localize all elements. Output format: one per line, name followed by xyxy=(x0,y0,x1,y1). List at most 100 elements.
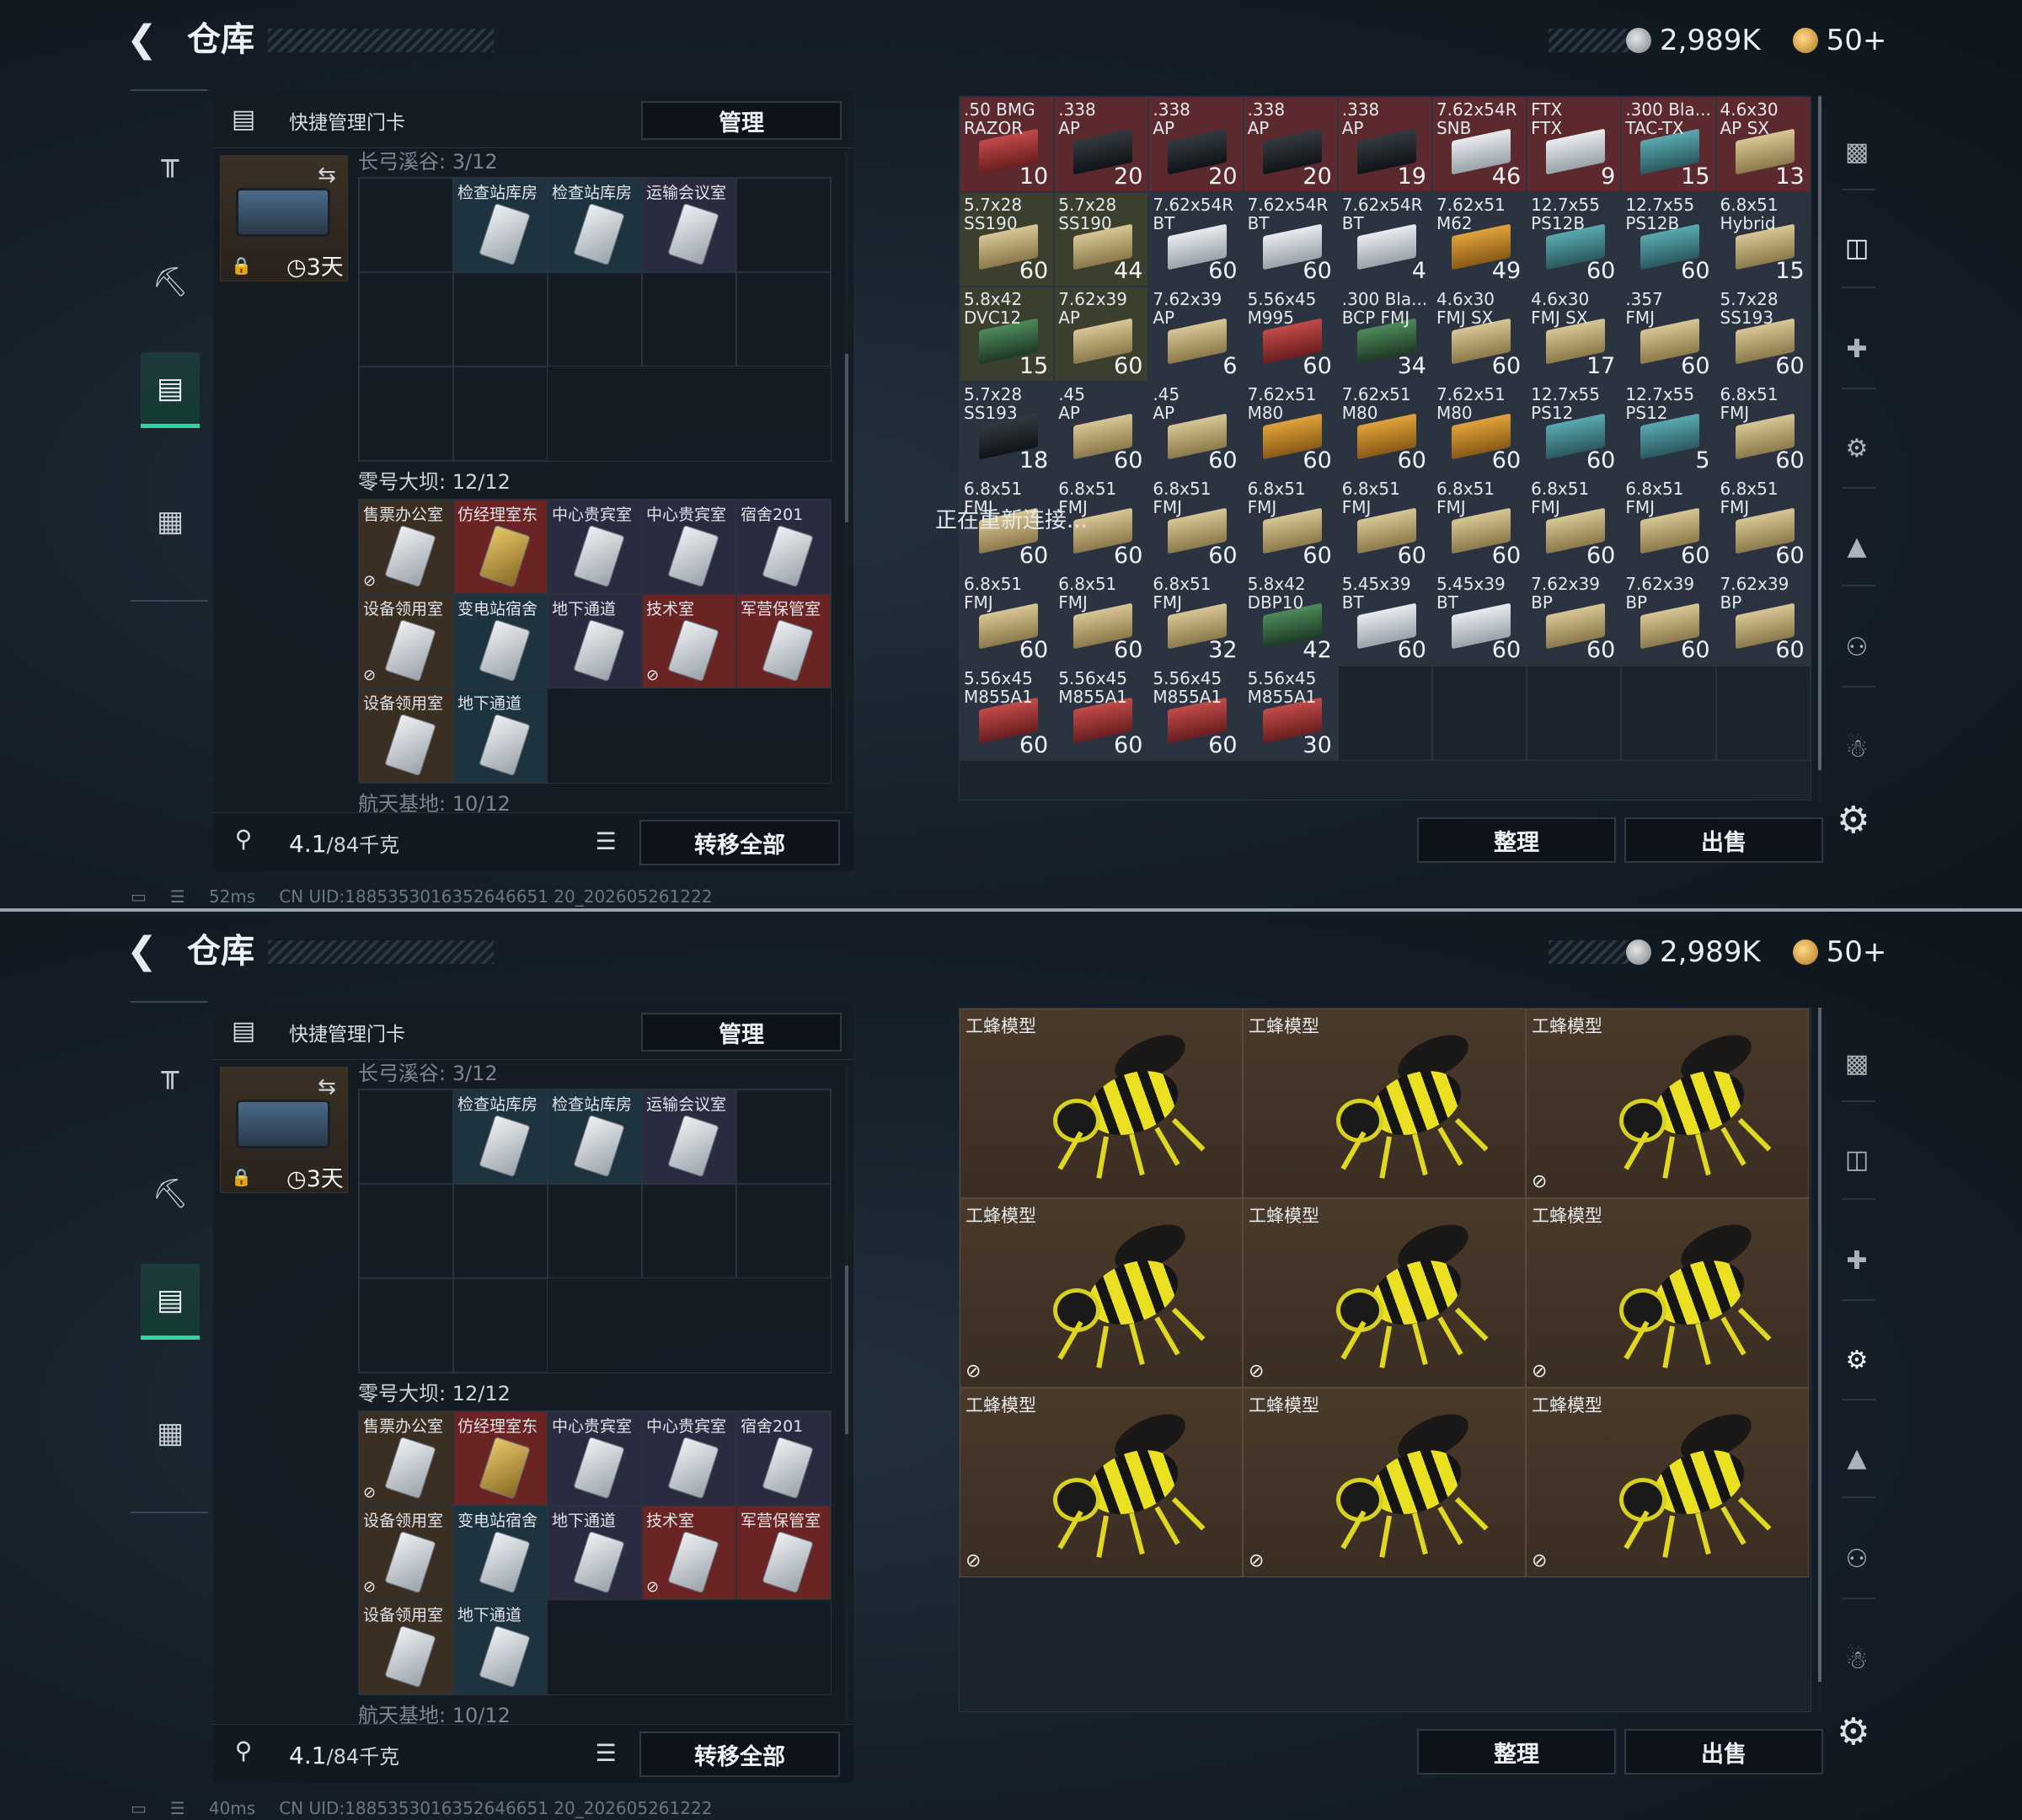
ammo-item[interactable]: 12.7x55 PS12 5 xyxy=(1621,381,1716,476)
ammo-item[interactable]: 7.62x39 BP 60 xyxy=(1527,570,1622,666)
ammo-item[interactable]: 5.56x45 M855A1 30 xyxy=(1243,666,1338,761)
storage-scrollbar-thumb[interactable] xyxy=(1818,1008,1821,1682)
keycard-slot[interactable]: 仿经理室东 xyxy=(453,500,548,594)
filter-equipment-icon[interactable]: ▲ xyxy=(1832,1432,1882,1483)
gear-icon[interactable]: ⚙ xyxy=(1837,799,1870,842)
keycard-slot[interactable]: 宿舍201 xyxy=(736,500,831,594)
ammo-item[interactable]: .357 FMJ 60 xyxy=(1621,286,1716,382)
ammo-item[interactable]: 4.6x30 FMJ SX 60 xyxy=(1431,286,1527,382)
empty-slot[interactable] xyxy=(548,272,642,367)
ammo-item[interactable]: 7.62x51 M80 60 xyxy=(1243,381,1338,476)
ammo-item[interactable]: 6.8x51 FMJ 60 xyxy=(960,570,1055,666)
keycard-slot[interactable]: 技术室 ⊘ xyxy=(642,1506,736,1600)
ammo-item[interactable]: 12.7x55 PS12B 60 xyxy=(1527,191,1622,286)
filter-misc-icon[interactable]: ☃ xyxy=(1832,1635,1882,1685)
ammo-item[interactable]: 12.7x55 PS12 60 xyxy=(1527,381,1622,476)
keycard-slot[interactable]: 检查站库房 xyxy=(453,178,548,272)
keycard-scrollbar-thumb[interactable] xyxy=(845,354,848,522)
ammo-item[interactable]: 6.8x51 FMJ 60 xyxy=(1054,570,1149,666)
ammo-item[interactable]: 6.8x51 FMJ 60 xyxy=(1715,381,1811,476)
ammo-item[interactable]: 7.62x39 AP 6 xyxy=(1148,286,1244,382)
keycard-scrollbar-thumb[interactable] xyxy=(845,1266,848,1434)
empty-slot[interactable] xyxy=(1527,666,1622,761)
keycard-case-slot[interactable]: ⇆ 🔒 ◷3天 xyxy=(220,1067,348,1193)
keycard-slot[interactable]: 运输会议室 xyxy=(642,178,736,272)
keycard-slot[interactable]: 地下通道 xyxy=(548,594,642,688)
filter-equipment-icon[interactable]: ▲ xyxy=(1832,521,1882,571)
ammo-item[interactable]: 7.62x39 BP 60 xyxy=(1715,570,1811,666)
swap-icon[interactable]: ⇆ xyxy=(318,163,336,188)
keycard-slot[interactable]: 地下通道 xyxy=(548,1506,642,1600)
ammo-item[interactable]: 5.45x39 BT 60 xyxy=(1431,570,1527,666)
ammo-item[interactable]: 5.8x42 DVC12 15 xyxy=(960,286,1055,382)
keycard-icon[interactable]: ▤ xyxy=(141,352,200,428)
sell-button[interactable]: 出售 xyxy=(1624,817,1823,863)
ammo-item[interactable]: 7.62x39 BP 60 xyxy=(1621,570,1716,666)
filter-medical-icon[interactable]: ✚ xyxy=(1832,324,1882,374)
empty-slot[interactable] xyxy=(359,367,453,461)
transfer-all-button[interactable]: 转移全部 xyxy=(639,1732,840,1777)
keycard-slot[interactable]: 设备领用室 xyxy=(359,1600,453,1694)
ammo-item[interactable]: 6.8x51 FMJ 60 xyxy=(1431,476,1527,571)
empty-slot[interactable] xyxy=(1431,666,1527,761)
ammo-item[interactable]: 6.8x51 FMJ 60 xyxy=(1243,476,1338,571)
sort-button[interactable]: 整理 xyxy=(1417,1729,1616,1774)
keycard-slot[interactable]: 地下通道 xyxy=(453,688,548,783)
ammo-item[interactable]: 5.8x42 DBP10 42 xyxy=(1243,570,1338,666)
gold-amount[interactable]: 50+ xyxy=(1827,935,1887,969)
manage-button[interactable]: 管理 xyxy=(641,1013,842,1052)
collectible-item[interactable]: 工蜂模型 ⊘ xyxy=(960,1388,1243,1577)
empty-slot[interactable] xyxy=(736,1089,831,1184)
ammo-item[interactable]: 7.62x51 M80 60 xyxy=(1431,381,1527,476)
ammo-item[interactable]: 6.8x51 FMJ 32 xyxy=(1148,570,1244,666)
sort-button[interactable]: 整理 xyxy=(1417,817,1616,863)
empty-slot[interactable] xyxy=(736,272,831,367)
keycard-slot[interactable]: 运输会议室 xyxy=(642,1089,736,1184)
empty-slot[interactable] xyxy=(1715,666,1811,761)
keycard-slot[interactable]: 设备领用室 xyxy=(359,688,453,783)
filter-misc-icon[interactable]: ☃ xyxy=(1832,723,1882,774)
ammo-item[interactable]: .338 AP 19 xyxy=(1337,97,1432,192)
ammo-item[interactable]: 5.56x45 M855A1 60 xyxy=(1054,666,1149,761)
storage-scrollbar[interactable] xyxy=(1818,1008,1821,1712)
list-view-icon[interactable]: ☰ xyxy=(589,1737,623,1770)
ammo-item[interactable]: FTX FTX 9 xyxy=(1527,97,1622,192)
ammo-item[interactable]: 5.7x28 SS193 18 xyxy=(960,381,1055,476)
filter-ammo-icon[interactable]: ◫ xyxy=(1832,222,1882,273)
filter-electronics-icon[interactable]: ⚇ xyxy=(1832,622,1882,672)
collectible-item[interactable]: 工蜂模型 ⊘ xyxy=(1526,1388,1809,1577)
filter-medical-icon[interactable]: ✚ xyxy=(1832,1235,1882,1286)
swap-icon[interactable]: ⇆ xyxy=(318,1074,336,1100)
ammo-item[interactable]: .338 AP 20 xyxy=(1148,97,1244,192)
keycard-slot[interactable]: 检查站库房 xyxy=(453,1089,548,1184)
ammo-item[interactable]: 5.7x28 SS190 44 xyxy=(1054,191,1149,286)
keycard-slot[interactable]: 变电站宿舍 xyxy=(453,1506,548,1600)
keycard-slot[interactable]: 售票办公室 ⊘ xyxy=(359,1411,453,1506)
empty-slot[interactable] xyxy=(736,1184,831,1278)
list-view-icon[interactable]: ☰ xyxy=(589,825,623,859)
collectible-item[interactable]: 工蜂模型 ⊘ xyxy=(1243,1388,1526,1577)
ammo-item[interactable]: 6.8x51 Hybrid 15 xyxy=(1715,191,1811,286)
keycard-slot[interactable]: 中心贵宾室 xyxy=(548,500,642,594)
ammo-item[interactable]: 6.8x51 FMJ 60 xyxy=(1527,476,1622,571)
collectible-item[interactable]: 工蜂模型 ⊘ xyxy=(960,1198,1243,1388)
keycard-slot[interactable]: 变电站宿舍 xyxy=(453,594,548,688)
keycard-slot[interactable]: 设备领用室 ⊘ xyxy=(359,594,453,688)
empty-slot[interactable] xyxy=(453,272,548,367)
keycard-slot[interactable]: 检查站库房 xyxy=(548,178,642,272)
keycard-slot[interactable]: 售票办公室 ⊘ xyxy=(359,500,453,594)
empty-slot[interactable] xyxy=(359,272,453,367)
ammo-item[interactable]: .338 AP 20 xyxy=(1054,97,1149,192)
ammo-item[interactable]: 5.56x45 M855A1 60 xyxy=(960,666,1055,761)
empty-slot[interactable] xyxy=(548,1184,642,1278)
collectible-item[interactable]: 工蜂模型 ⊘ xyxy=(1526,1198,1809,1388)
filter-ammo-icon[interactable]: ◫ xyxy=(1832,1134,1882,1185)
ammo-item[interactable]: 7.62x54R BT 60 xyxy=(1148,191,1244,286)
ammo-item[interactable]: 7.62x54R BT 60 xyxy=(1243,191,1338,286)
briefcase-icon[interactable]: ▦ xyxy=(141,1395,200,1471)
ammo-item[interactable]: 6.8x51 FMJ 60 xyxy=(1715,476,1811,571)
ammo-item[interactable]: 12.7x55 PS12B 60 xyxy=(1621,191,1716,286)
armor-vest-icon[interactable]: ⛏ xyxy=(141,244,200,320)
keycard-slot[interactable]: 仿经理室东 xyxy=(453,1411,548,1506)
empty-slot[interactable] xyxy=(736,178,831,272)
